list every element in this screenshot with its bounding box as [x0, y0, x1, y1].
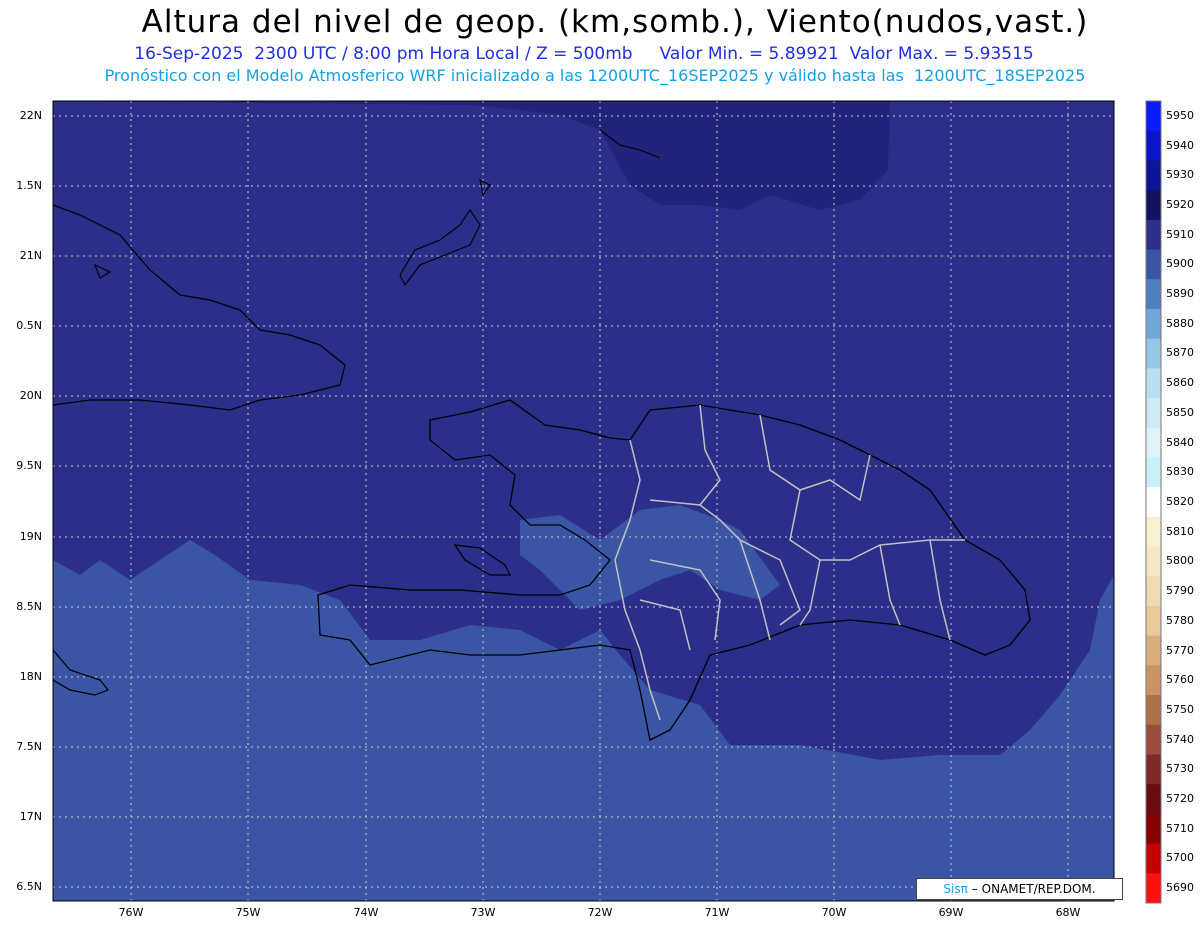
lat-label: 17N — [19, 810, 42, 823]
colorbar-label: 5890 — [1166, 287, 1194, 301]
lat-label: 0.5N — [16, 319, 42, 332]
lon-label: 69W — [938, 906, 964, 919]
colorbar-swatch — [1146, 695, 1161, 726]
lat-label: 21N — [19, 249, 42, 262]
colorbar-label: 5880 — [1166, 316, 1194, 330]
lon-label: 73W — [470, 906, 496, 919]
colorbar-label: 5770 — [1166, 643, 1194, 657]
colorbar-label: 5940 — [1166, 138, 1194, 152]
lat-label: 6.5N — [16, 880, 42, 893]
colorbar-swatch — [1146, 784, 1161, 815]
colorbar-label: 5930 — [1166, 168, 1194, 182]
lat-label: 9.5N — [16, 459, 42, 472]
credit-box: Sisπ – ONAMET/REP.DOM. — [916, 878, 1123, 900]
colorbar-swatch — [1146, 219, 1161, 251]
colorbar-swatch — [1146, 576, 1161, 607]
colorbar-label: 5740 — [1166, 732, 1194, 746]
colorbar-swatch — [1146, 813, 1161, 845]
lat-label: 8.5N — [16, 600, 42, 613]
geopotential-map — [52, 100, 1162, 904]
colorbar-label: 5860 — [1166, 376, 1194, 390]
lon-label: 72W — [587, 906, 613, 919]
lon-label: 71W — [704, 906, 730, 919]
colorbar-label: 5710 — [1166, 821, 1194, 835]
colorbar-label: 5850 — [1166, 405, 1194, 419]
colorbar — [1146, 101, 1161, 904]
colorbar-label: 5790 — [1166, 584, 1194, 598]
colorbar-swatch — [1146, 605, 1161, 637]
lat-label: 18N — [19, 670, 42, 683]
colorbar-swatch — [1146, 724, 1161, 755]
lat-label: 1.5N — [16, 179, 42, 192]
colorbar-label: 5720 — [1166, 792, 1194, 806]
colorbar-swatch — [1146, 398, 1161, 429]
colorbar-label: 5870 — [1166, 346, 1194, 360]
colorbar-label: 5760 — [1166, 673, 1194, 687]
lat-label: 19N — [19, 530, 42, 543]
colorbar-swatch — [1146, 665, 1161, 696]
colorbar-label: 5690 — [1166, 881, 1194, 895]
colorbar-swatch — [1146, 427, 1161, 458]
colorbar-label: 5700 — [1166, 851, 1194, 865]
colorbar-label: 5900 — [1166, 257, 1194, 271]
colorbar-swatch — [1146, 160, 1161, 191]
colorbar-label: 5810 — [1166, 524, 1194, 538]
credit-text: – ONAMET/REP.DOM. — [971, 882, 1096, 896]
colorbar-swatch — [1146, 279, 1161, 310]
colorbar-swatch — [1146, 368, 1161, 399]
colorbar-swatch — [1146, 190, 1161, 221]
lon-label: 75W — [235, 906, 261, 919]
sispi-logo: Sisπ — [943, 882, 968, 896]
lon-label: 70W — [821, 906, 847, 919]
lat-label: 22N — [19, 109, 42, 122]
colorbar-label: 5750 — [1166, 702, 1194, 716]
colorbar-swatch — [1146, 516, 1161, 548]
colorbar-swatch — [1146, 754, 1161, 785]
colorbar-swatch — [1146, 308, 1161, 340]
lon-label: 74W — [353, 906, 379, 919]
colorbar-swatch — [1146, 101, 1161, 132]
colorbar-label: 5820 — [1166, 495, 1194, 508]
colorbar-label: 5920 — [1166, 197, 1194, 211]
colorbar-label: 5830 — [1166, 465, 1194, 479]
colorbar-swatch — [1146, 546, 1161, 577]
colorbar-swatch — [1146, 487, 1161, 518]
colorbar-label: 5800 — [1166, 554, 1194, 568]
lat-label: 7.5N — [16, 740, 42, 753]
colorbar-swatch — [1146, 873, 1161, 904]
colorbar-swatch — [1146, 457, 1161, 488]
lon-label: 76W — [118, 906, 144, 919]
lon-label: 68W — [1055, 906, 1081, 919]
colorbar-swatch — [1146, 338, 1161, 369]
colorbar-label: 5910 — [1166, 227, 1194, 241]
colorbar-swatch — [1146, 130, 1161, 161]
colorbar-label: 5950 — [1166, 108, 1194, 122]
colorbar-label: 5730 — [1166, 762, 1194, 776]
colorbar-swatch — [1146, 249, 1161, 280]
lat-label: 20N — [19, 389, 42, 402]
colorbar-swatch — [1146, 635, 1161, 666]
colorbar-label: 5780 — [1166, 613, 1194, 627]
colorbar-label: 5840 — [1166, 435, 1194, 449]
colorbar-swatch — [1146, 843, 1161, 874]
